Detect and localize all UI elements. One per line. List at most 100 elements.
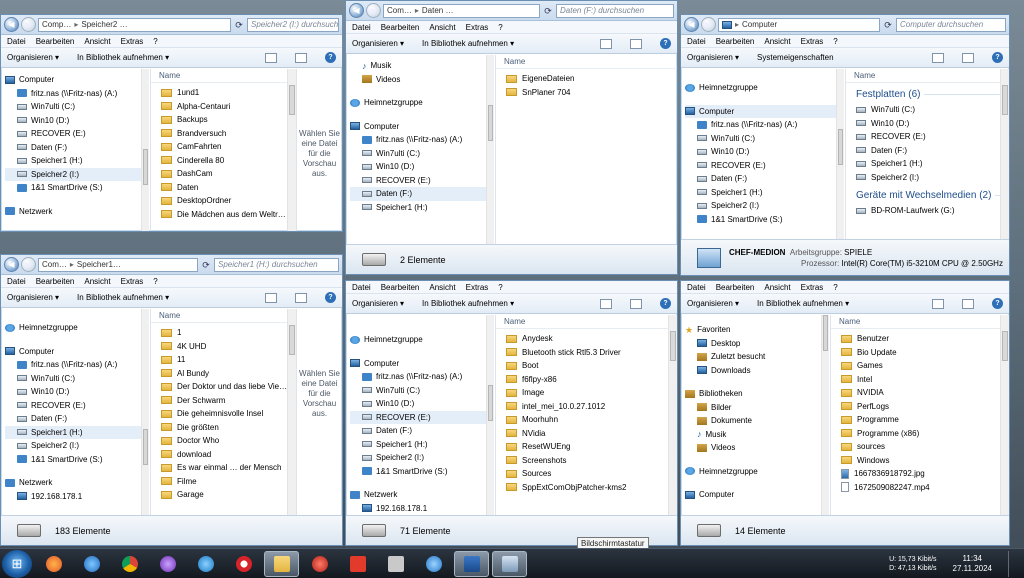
include-in-library-button[interactable]: In Bibliothek aufnehmen ▾: [757, 299, 849, 308]
list-item[interactable]: Es war einmal … der Mensch: [161, 461, 296, 475]
preview-pane-icon[interactable]: [630, 38, 642, 49]
nav-item-drive-selected[interactable]: RECOVER (E:): [350, 410, 493, 424]
list-item[interactable]: f6flpy-x86: [506, 373, 677, 387]
nav-item-drive[interactable]: RECOVER (E:): [685, 159, 843, 173]
list-item[interactable]: sources: [841, 440, 1009, 454]
menu-bearbeiten[interactable]: Bearbeiten: [36, 37, 75, 46]
list-item[interactable]: DesktopOrdner: [161, 194, 296, 208]
breadcrumb-item[interactable]: Speicher1…: [77, 260, 121, 269]
preview-pane-icon[interactable]: [962, 298, 974, 309]
menu-help[interactable]: ?: [153, 277, 157, 286]
list-item[interactable]: ResetWUEng: [506, 440, 677, 454]
list-item[interactable]: Filme: [161, 475, 296, 489]
file-list-scrollbar[interactable]: [668, 315, 677, 515]
help-icon[interactable]: ?: [660, 298, 671, 309]
menu-help[interactable]: ?: [833, 37, 837, 46]
nav-item-desktop[interactable]: Desktop: [685, 337, 828, 351]
list-item[interactable]: 1und1: [161, 86, 296, 100]
back-button[interactable]: ◀: [4, 257, 19, 272]
view-options-icon[interactable]: [932, 52, 944, 63]
list-item[interactable]: 4K UHD: [161, 340, 296, 354]
list-item[interactable]: Die geheimnisvolle Insel: [161, 407, 296, 421]
nav-item-drive[interactable]: Speicher2 (I:): [5, 439, 148, 453]
nav-item-drive[interactable]: 1&1 SmartDrive (S:): [5, 453, 148, 467]
nav-item-drive[interactable]: fritz.nas (\\Fritz-nas) (A:): [350, 370, 493, 384]
nav-item-drive[interactable]: Speicher2 (I:): [685, 199, 843, 213]
menu-ansicht[interactable]: Ansicht: [764, 37, 790, 46]
list-item[interactable]: Programme (x86): [841, 427, 1009, 441]
nav-item-homegroup[interactable]: Heimnetzgruppe: [5, 321, 148, 335]
column-header-name[interactable]: Name: [496, 315, 677, 329]
nav-item-drive[interactable]: Win10 (D:): [5, 114, 148, 128]
breadcrumb-item[interactable]: Speicher2 …: [81, 20, 127, 29]
drive-item[interactable]: RECOVER (E:): [856, 130, 1009, 144]
back-button[interactable]: ◀: [684, 17, 699, 32]
nav-item-music[interactable]: ♪ Musik: [350, 59, 493, 73]
nav-item-drive[interactable]: Daten (F:): [5, 412, 148, 426]
nav-item-drive[interactable]: fritz.nas (\\Fritz-nas) (A:): [685, 118, 843, 132]
nav-item-drive[interactable]: Speicher1 (H:): [5, 154, 148, 168]
breadcrumb-item[interactable]: Computer: [742, 20, 777, 29]
menu-datei[interactable]: Datei: [687, 283, 706, 292]
file-list-scrollbar[interactable]: [1000, 315, 1009, 515]
nav-item-network[interactable]: Netzwerk: [5, 476, 148, 490]
list-item[interactable]: Windows: [841, 454, 1009, 468]
menu-datei[interactable]: Datei: [352, 23, 371, 32]
organize-button[interactable]: Organisieren ▾: [352, 299, 404, 308]
nav-item-network-device[interactable]: 192.168.178.1: [5, 490, 148, 504]
nav-item-network-device[interactable]: 192.168.178.1: [350, 502, 493, 516]
menu-help[interactable]: ?: [153, 37, 157, 46]
menu-datei[interactable]: Datei: [7, 37, 26, 46]
nav-item-videos[interactable]: Videos: [685, 441, 828, 455]
nav-item-drive[interactable]: RECOVER (E:): [5, 399, 148, 413]
refresh-icon[interactable]: ⟳: [200, 258, 212, 272]
show-desktop-button[interactable]: [1008, 550, 1018, 577]
taskbar-app[interactable]: [150, 551, 185, 577]
refresh-icon[interactable]: ⟳: [542, 4, 554, 18]
nav-item-drive[interactable]: Speicher2 (I:): [350, 451, 493, 465]
menu-bearbeiten[interactable]: Bearbeiten: [381, 23, 420, 32]
address-bar[interactable]: Comp… ▸ Speicher2 …: [38, 17, 231, 32]
taskbar-app[interactable]: [74, 551, 109, 577]
drive-list-scrollbar[interactable]: [1000, 69, 1009, 239]
menu-bearbeiten[interactable]: Bearbeiten: [716, 37, 755, 46]
refresh-icon[interactable]: ⟳: [233, 18, 245, 32]
nav-item-drive[interactable]: Speicher1 (H:): [350, 438, 493, 452]
nav-item-homegroup[interactable]: Heimnetzgruppe: [685, 81, 843, 95]
nav-item-videos[interactable]: Videos: [350, 73, 493, 87]
nav-item-computer[interactable]: Computer: [350, 120, 493, 134]
view-options-icon[interactable]: [265, 52, 277, 63]
list-item[interactable]: Cinderella 80: [161, 154, 296, 168]
nav-item-recent[interactable]: Zuletzt besucht: [685, 350, 828, 364]
nav-item-drive[interactable]: Win7ulti (C:): [5, 372, 148, 386]
nav-item-network[interactable]: Netzwerk: [350, 488, 493, 502]
list-item[interactable]: EigeneDateien: [506, 72, 677, 86]
preview-pane-icon[interactable]: [295, 292, 307, 303]
taskbar-app[interactable]: [36, 551, 71, 577]
include-in-library-button[interactable]: In Bibliothek aufnehmen ▾: [77, 293, 169, 302]
taskbar-app[interactable]: [226, 551, 261, 577]
menu-ansicht[interactable]: Ansicht: [429, 283, 455, 292]
drive-item[interactable]: BD-ROM-Laufwerk (G:): [856, 204, 1009, 218]
nav-item-drive[interactable]: Daten (F:): [5, 141, 148, 155]
menu-datei[interactable]: Datei: [352, 283, 371, 292]
menu-extras[interactable]: Extras: [466, 23, 489, 32]
menu-extras[interactable]: Extras: [801, 283, 824, 292]
nav-item-pictures[interactable]: Bilder: [685, 401, 828, 415]
file-list-scrollbar[interactable]: [287, 309, 296, 515]
column-header-name[interactable]: Name: [151, 309, 296, 323]
menu-help[interactable]: ?: [498, 283, 502, 292]
column-header-name[interactable]: Name: [496, 55, 677, 69]
drive-item[interactable]: Speicher1 (H:): [856, 157, 1009, 171]
system-properties-button[interactable]: Systemeigenschaften: [757, 53, 834, 62]
organize-button[interactable]: Organisieren ▾: [7, 293, 59, 302]
help-icon[interactable]: ?: [992, 52, 1003, 63]
menu-bearbeiten[interactable]: Bearbeiten: [36, 277, 75, 286]
help-icon[interactable]: ?: [660, 38, 671, 49]
list-item[interactable]: Die größten: [161, 421, 296, 435]
nav-item-music[interactable]: ♪ Musik: [685, 428, 828, 442]
refresh-icon[interactable]: ⟳: [882, 18, 894, 32]
nav-item-drive[interactable]: fritz.nas (\\Fritz-nas) (A:): [5, 358, 148, 372]
breadcrumb-item[interactable]: Com…: [387, 6, 412, 15]
preview-pane-icon[interactable]: [630, 298, 642, 309]
